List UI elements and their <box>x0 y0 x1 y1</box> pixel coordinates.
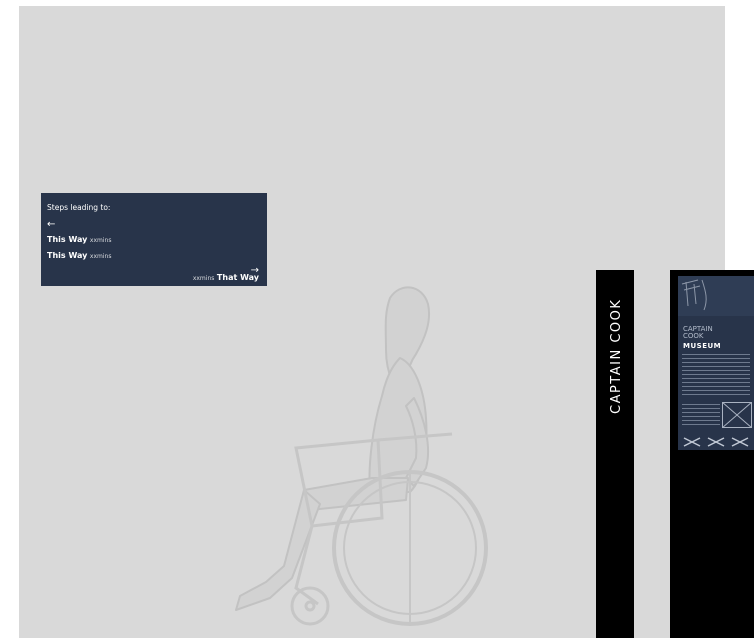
museum-panel: CAPTAIN COOK MUSEUM <box>670 270 754 638</box>
sign-title: Steps leading to: <box>47 203 111 212</box>
panel-title-line2: COOK <box>683 332 704 340</box>
sign-destination: This Way <box>47 235 88 244</box>
image-thumbnails-icon <box>683 437 749 447</box>
wheelchair-user-figure <box>235 286 488 626</box>
sign-time: xxmins <box>89 253 112 260</box>
captain-cook-pylon: CAPTAIN COOK <box>596 270 634 638</box>
sign-time: xxmins <box>89 237 112 244</box>
pylon-label: CAPTAIN COOK <box>609 298 624 414</box>
sign-row: This Way xxmins <box>47 251 111 260</box>
image-placeholder-icon <box>722 402 752 428</box>
sign-row: This Way xxmins <box>47 235 111 244</box>
panel-title-line3: MUSEUM <box>683 342 722 350</box>
museum-info-card: CAPTAIN COOK MUSEUM <box>678 276 754 450</box>
sign-destination: This Way <box>47 251 88 260</box>
left-arrow-icon: ← <box>47 219 56 230</box>
wayfinding-sign: Steps leading to: ← This Way xxmins This… <box>41 193 267 286</box>
museum-illustration-icon <box>678 276 754 316</box>
